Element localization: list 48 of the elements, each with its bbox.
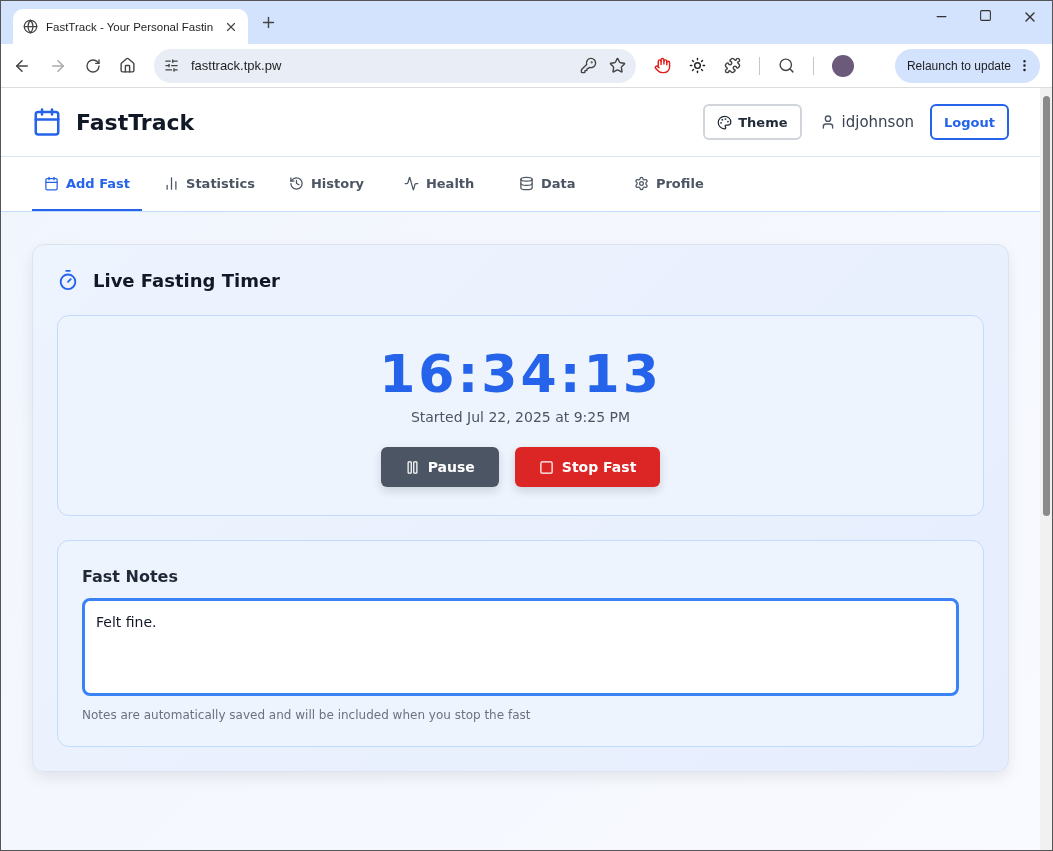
nav-tab[interactable]: Data xyxy=(506,157,612,211)
notes-hint: Notes are automatically saved and will be included when you stop the fast xyxy=(82,708,532,723)
bookmark-star-icon[interactable] xyxy=(609,57,626,74)
calendar-icon xyxy=(32,107,62,137)
home-icon[interactable] xyxy=(119,57,136,74)
globe-icon xyxy=(23,19,38,34)
settings-icon xyxy=(633,175,649,191)
chart-icon xyxy=(164,175,180,191)
url-text: fasttrack.tpk.pw xyxy=(191,58,283,73)
palette-icon xyxy=(717,114,733,130)
stop-icon xyxy=(538,459,554,475)
avatar[interactable] xyxy=(832,54,854,77)
start-time: Started Jul 22, 2025 at 9:25 PM xyxy=(410,409,631,426)
tab-title: FastTrack - Your Personal Fastin xyxy=(46,20,215,33)
scrollbar-thumb[interactable] xyxy=(1042,96,1050,516)
theme-button[interactable]: Theme xyxy=(703,104,802,140)
address-bar[interactable]: fasttrack.tpk.pw xyxy=(154,48,636,83)
brand-name: FastTrack xyxy=(76,109,195,135)
nav-tab[interactable]: Statistics xyxy=(152,157,267,211)
hand-icon[interactable] xyxy=(654,57,671,74)
calendar-icon xyxy=(44,175,59,191)
nav-tab[interactable]: Add Fast xyxy=(32,157,143,211)
card-title: Live Fasting Timer xyxy=(93,269,280,291)
notes-field[interactable]: Felt fine. xyxy=(82,598,959,697)
pause-button[interactable]: Pause xyxy=(380,447,499,488)
site-settings-icon[interactable] xyxy=(164,58,179,73)
history-icon xyxy=(288,175,304,191)
logout-button[interactable]: Logout xyxy=(930,104,1009,140)
sun-icon[interactable] xyxy=(689,57,706,74)
nav-tab[interactable]: Profile xyxy=(621,157,727,211)
pause-icon xyxy=(404,459,420,475)
nav-tab[interactable]: History xyxy=(276,157,382,211)
username: idjohnson xyxy=(841,113,915,131)
activity-icon xyxy=(403,175,419,191)
nav-tab[interactable]: Health xyxy=(391,157,497,211)
maximize-icon[interactable] xyxy=(979,8,992,22)
stopwatch-icon xyxy=(57,269,79,291)
stop-button[interactable]: Stop Fast xyxy=(514,447,661,488)
database-icon xyxy=(518,175,534,191)
puzzle-icon[interactable] xyxy=(724,57,741,74)
search-icon[interactable] xyxy=(778,57,795,74)
reload-icon[interactable] xyxy=(85,57,101,74)
notes-title: Fast Notes xyxy=(82,567,179,587)
browser-tab[interactable]: FastTrack - Your Personal Fastin xyxy=(13,9,248,44)
new-tab-icon[interactable] xyxy=(260,14,277,31)
relaunch-button[interactable]: Relaunch to update xyxy=(894,48,1040,83)
elapsed-time: 16:34:13 xyxy=(379,346,662,404)
key-icon[interactable] xyxy=(580,57,597,74)
